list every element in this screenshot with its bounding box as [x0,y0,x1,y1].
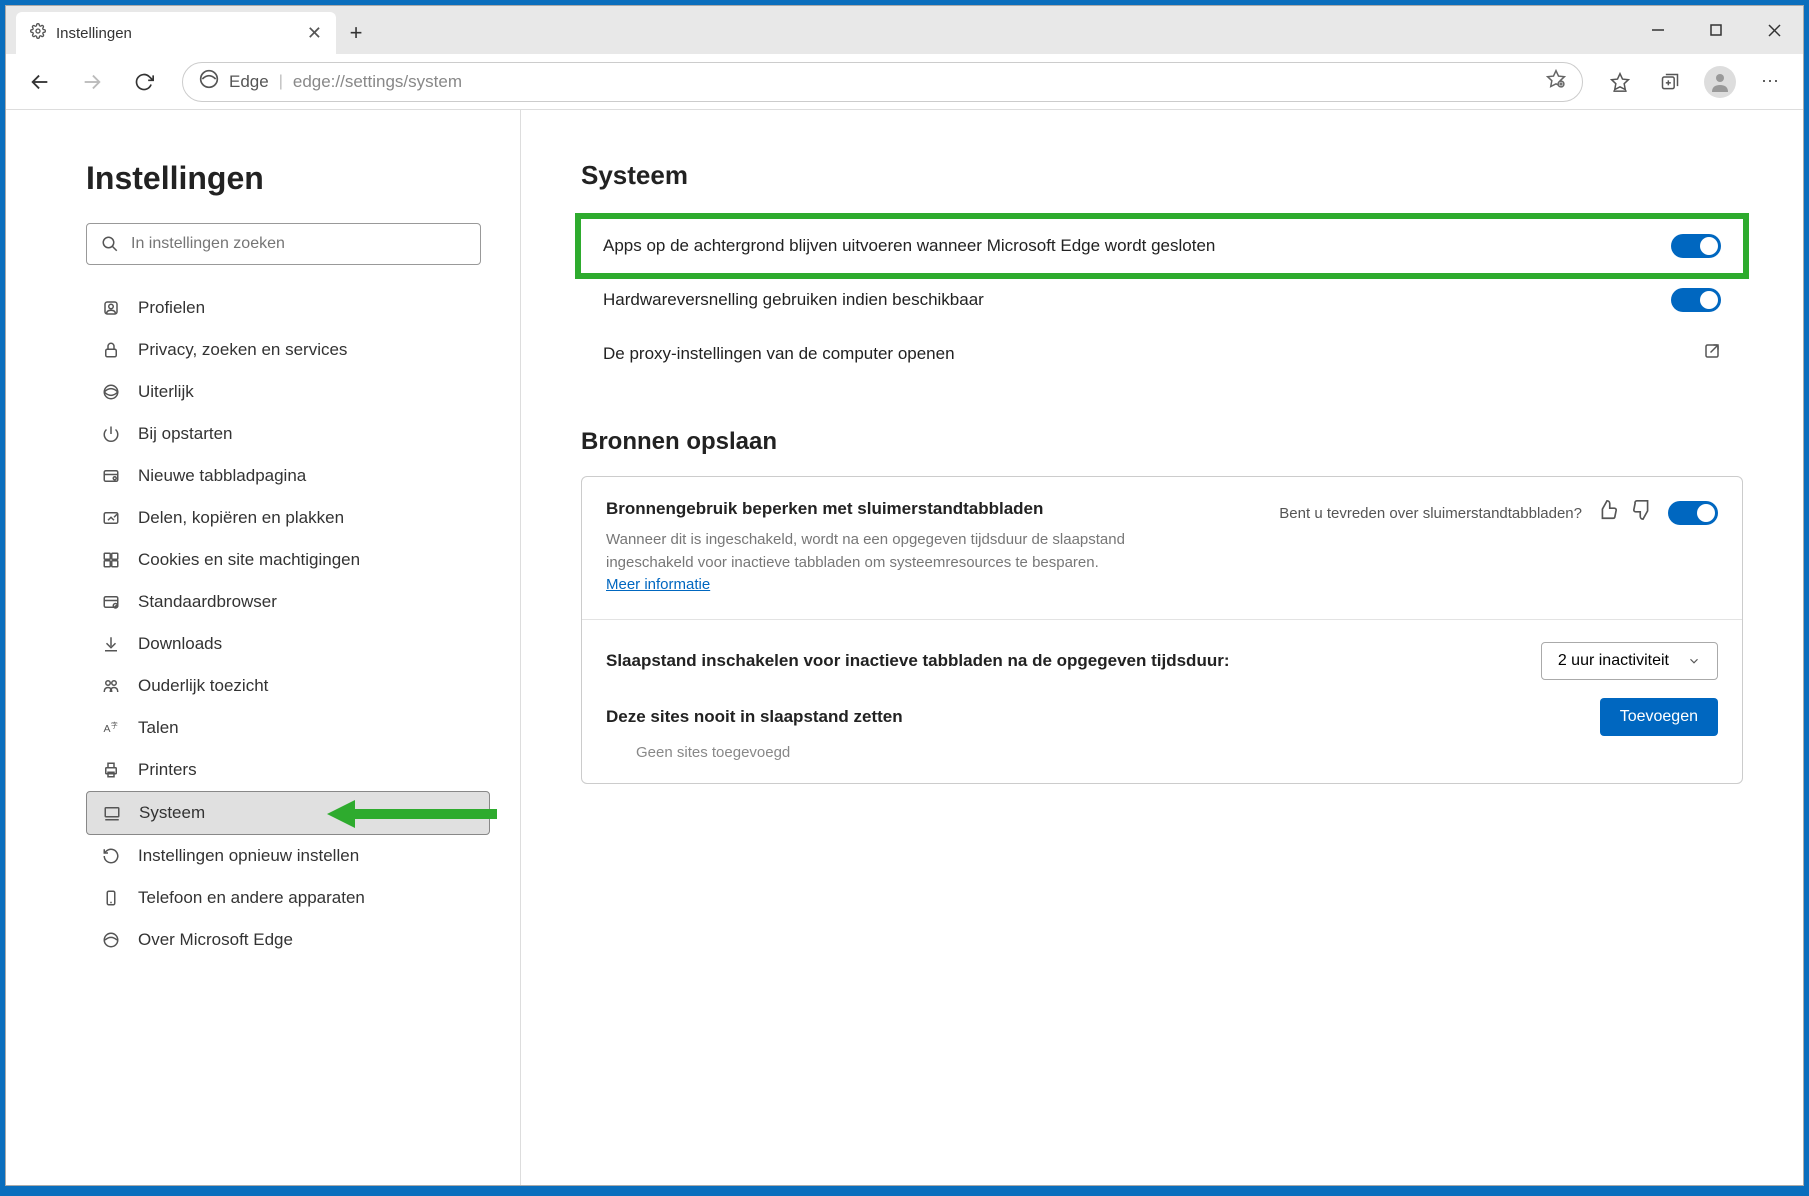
sleep-duration-select[interactable]: 2 uur inactiviteit [1541,642,1718,680]
url-site-name: Edge [229,72,269,92]
url-path: edge://settings/system [293,72,462,92]
system-icon [101,804,123,822]
profile-icon [100,299,122,317]
newtab-icon [100,467,122,485]
browser-tab[interactable]: Instellingen ✕ [16,12,336,54]
new-tab-button[interactable]: + [336,12,376,54]
close-window-button[interactable] [1745,6,1803,54]
sidebar-item-cookies[interactable]: Cookies en site machtigingen [86,539,490,581]
default-browser-icon [100,593,122,611]
minimize-button[interactable] [1629,6,1687,54]
svg-text:字: 字 [111,720,118,729]
titlebar: Instellingen ✕ + [6,6,1803,54]
row-proxy-settings[interactable]: De proxy-instellingen van de computer op… [581,327,1743,380]
browser-window: Instellingen ✕ + Edge | edge://settings/… [5,5,1804,1186]
sidebar-item-newtab[interactable]: Nieuwe tabbladpagina [86,455,490,497]
sidebar-item-devices[interactable]: Telefoon en andere apparaten [86,877,490,919]
back-button[interactable] [18,60,62,104]
chevron-down-icon [1687,654,1701,668]
window-controls [1629,6,1803,54]
search-input[interactable] [131,235,466,253]
settings-sidebar: Instellingen Profielen Privacy, zoeken e… [6,110,521,1185]
sidebar-item-startup[interactable]: Bij opstarten [86,413,490,455]
collections-icon[interactable] [1649,61,1691,103]
edge-icon [199,69,219,94]
gear-icon [30,23,46,43]
lock-icon [100,341,122,359]
favorite-icon[interactable] [1546,69,1566,94]
feedback-group: Bent u tevreden over sluimerstandtabblad… [1279,499,1718,527]
toggle-background-apps[interactable] [1671,234,1721,258]
resources-card: Bronnengebruik beperken met sluimerstand… [581,476,1743,784]
language-icon: A字 [100,719,122,737]
sidebar-item-system[interactable]: Systeem [86,791,490,835]
power-icon [100,425,122,443]
sleeping-tabs-desc: Wanneer dit is ingeschakeld, wordt na ee… [606,529,1126,597]
browser-toolbar: Edge | edge://settings/system ⋯ [6,54,1803,110]
favorites-icon[interactable] [1599,61,1641,103]
row-background-apps: Apps op de achtergrond blijven uitvoeren… [581,219,1743,273]
sidebar-item-printers[interactable]: Printers [86,749,490,791]
edge-about-icon [100,931,122,949]
settings-main: Systeem Apps op de achtergrond blijven u… [521,110,1803,1185]
forward-button[interactable] [70,60,114,104]
resources-heading: Bronnen opslaan [581,428,1743,456]
sidebar-item-share[interactable]: Delen, kopiëren en plakken [86,497,490,539]
toggle-hardware-accel[interactable] [1671,288,1721,312]
learn-more-link[interactable]: Meer informatie [606,576,710,593]
menu-button[interactable]: ⋯ [1749,61,1791,103]
close-tab-icon[interactable]: ✕ [307,23,322,44]
profile-avatar[interactable] [1699,61,1741,103]
sidebar-item-default[interactable]: Standaardbrowser [86,581,490,623]
settings-search[interactable] [86,223,481,265]
annotation-arrow [327,796,507,836]
page-heading: Systeem [581,160,1743,191]
sidebar-item-languages[interactable]: A字Talen [86,707,490,749]
thumbs-down-icon[interactable] [1632,499,1654,527]
phone-icon [100,889,122,907]
printer-icon [100,761,122,779]
tab-title: Instellingen [56,25,132,42]
search-icon [101,235,119,253]
cookies-icon [100,551,122,569]
toggle-sleeping-tabs[interactable] [1668,501,1718,525]
sidebar-item-privacy[interactable]: Privacy, zoeken en services [86,329,490,371]
refresh-button[interactable] [122,60,166,104]
download-icon [100,635,122,653]
sleeping-tabs-title: Bronnengebruik beperken met sluimerstand… [606,499,1263,519]
page-content: Instellingen Profielen Privacy, zoeken e… [6,110,1803,1185]
sidebar-item-family[interactable]: Ouderlijk toezicht [86,665,490,707]
sidebar-title: Instellingen [86,160,490,197]
url-bar[interactable]: Edge | edge://settings/system [182,62,1583,102]
never-sleep-label: Deze sites nooit in slaapstand zetten [606,707,1600,727]
row-hardware-accel: Hardwareversnelling gebruiken indien bes… [581,273,1743,327]
reset-icon [100,847,122,865]
add-site-button[interactable]: Toevoegen [1600,698,1718,736]
share-icon [100,509,122,527]
sidebar-item-downloads[interactable]: Downloads [86,623,490,665]
sleep-after-label: Slaapstand inschakelen voor inactieve ta… [606,651,1541,671]
sidebar-item-reset[interactable]: Instellingen opnieuw instellen [86,835,490,877]
external-link-icon [1703,342,1721,365]
no-sites-text: Geen sites toegevoegd [606,736,1718,761]
maximize-button[interactable] [1687,6,1745,54]
sidebar-item-profiles[interactable]: Profielen [86,287,490,329]
svg-text:A: A [104,723,111,735]
thumbs-up-icon[interactable] [1596,499,1618,527]
appearance-icon [100,383,122,401]
sidebar-item-appearance[interactable]: Uiterlijk [86,371,490,413]
sidebar-nav: Profielen Privacy, zoeken en services Ui… [86,287,490,961]
sidebar-item-about[interactable]: Over Microsoft Edge [86,919,490,961]
family-icon [100,677,122,695]
